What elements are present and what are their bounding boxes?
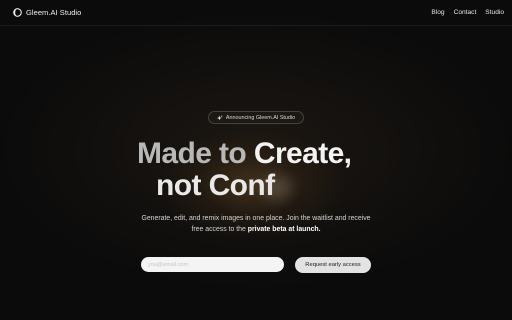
hero-subtitle: Generate, edit, and remix images in one …: [132, 213, 380, 235]
announcement-pill[interactable]: Announcing Gleem.AI Studio: [208, 111, 304, 124]
nav-link-studio[interactable]: Studio: [485, 9, 504, 16]
email-field[interactable]: [141, 257, 284, 272]
request-access-button[interactable]: Request early access: [295, 257, 371, 273]
headline-line-2: not Conf: [156, 169, 275, 202]
headline-line-1: Made to Create,: [137, 137, 352, 170]
landing-page: Gleem.AI Studio Blog Contact Studio Anno…: [0, 0, 512, 320]
brand-link[interactable]: Gleem.AI Studio: [13, 8, 81, 17]
brand-logo-icon: [13, 8, 22, 17]
announcement-text: Announcing Gleem.AI Studio: [225, 114, 296, 121]
typing-blur-effect: [262, 176, 292, 200]
brand-name: Gleem.AI Studio: [26, 8, 82, 17]
headline-muted-words: Made to: [137, 137, 247, 170]
nav-link-blog[interactable]: Blog: [431, 9, 444, 16]
subtitle-line-2: free access to the: [191, 226, 246, 233]
headline-typed-text: not Con: [156, 169, 266, 202]
subtitle-line-1: Generate, edit, and remix images in one …: [141, 215, 371, 222]
site-header: Gleem.AI Studio Blog Contact Studio: [0, 0, 512, 26]
sparkle-icon: [216, 114, 223, 120]
main-nav: Blog Contact Studio: [431, 9, 504, 16]
headline-strong-word: Create,: [253, 137, 352, 170]
subtitle-emphasis: private beta at launch.: [247, 226, 321, 233]
nav-link-contact[interactable]: Contact: [454, 9, 477, 16]
